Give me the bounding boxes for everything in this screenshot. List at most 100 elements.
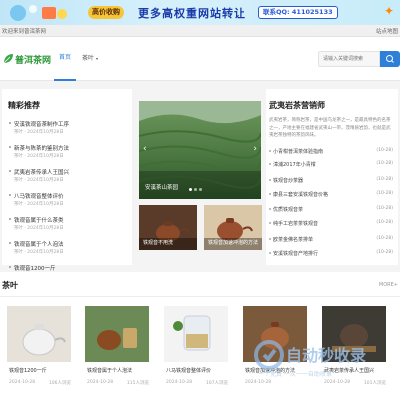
grid-item[interactable]: 铁观音属于个人泡法 2024-10-28 115人浏览 bbox=[85, 306, 149, 392]
search-input[interactable] bbox=[318, 51, 380, 67]
more-link[interactable]: MORE+ bbox=[379, 282, 398, 288]
carousel-prev-icon[interactable]: ‹ bbox=[143, 144, 147, 154]
sitemap-link[interactable]: 站点地图 bbox=[376, 27, 398, 35]
list-item[interactable]: 安溪铁观音茶制作工序 茶叶 · 2024年10月28日 bbox=[8, 120, 128, 144]
grid-item-date: 2024-10-28 bbox=[87, 380, 114, 385]
hot-title: 武夷岩茶营销师 bbox=[269, 101, 325, 110]
ad-decoration-icon bbox=[10, 5, 67, 21]
list-item[interactable]: 纯手工岩茶茶铁观音 (10-28) bbox=[269, 220, 393, 231]
list-item-date: (10-28) bbox=[376, 220, 393, 225]
tea-section-title: 茶叶 bbox=[2, 281, 18, 290]
bullet-icon bbox=[9, 146, 11, 148]
thumb-card[interactable]: 铁观音加速冲泡的方法 bbox=[204, 205, 262, 250]
carousel-dots bbox=[189, 176, 204, 195]
bullet-icon bbox=[9, 266, 11, 268]
list-item[interactable]: 优质铁观音茶 (10-28) bbox=[269, 206, 393, 217]
list-item[interactable]: 铁观音炒茶器 (10-28) bbox=[269, 177, 393, 188]
list-item-title: 铁观音炒茶器 bbox=[273, 178, 304, 184]
list-item-title: 欧茶金佛名茶排单 bbox=[273, 237, 314, 243]
list-item-meta: 茶叶 · 2024年10月28日 bbox=[14, 226, 64, 231]
list-item[interactable]: 安溪铁观音产地排行 (10-28) bbox=[269, 250, 393, 261]
list-item-date: (10-28) bbox=[376, 236, 393, 241]
list-item-title: 铁观音1200一斤 bbox=[14, 266, 56, 272]
list-item[interactable]: 漳浦2017年小青柑 (10-28) bbox=[269, 161, 393, 172]
list-item-meta: 茶叶 · 2024年10月28日 bbox=[14, 202, 64, 207]
list-item[interactable]: 欧茶金佛名茶排单 (10-28) bbox=[269, 236, 393, 247]
grid-item[interactable]: 铁观音1200一斤 2024-10-28 106人浏览 bbox=[7, 306, 71, 392]
list-item-meta: 茶叶 · 2024年10月28日 bbox=[14, 154, 64, 159]
list-item[interactable]: 康县三套安溪铁观音价格 (10-28) bbox=[269, 191, 393, 202]
list-item-title: 武夷岩茶传承人王国兴 bbox=[14, 170, 70, 176]
list-item-meta: 茶叶 · 2024年10月28日 bbox=[14, 250, 64, 255]
carousel-dot[interactable] bbox=[189, 188, 192, 191]
list-item[interactable]: 武夷岩茶传承人王国兴 茶叶 · 2024年10月28日 bbox=[8, 168, 128, 192]
list-item-title: 小青柑普洱茶体验指南 bbox=[273, 149, 324, 155]
tea-image bbox=[7, 306, 71, 362]
grid-item-title: 铁观音属于个人泡法 bbox=[87, 368, 133, 374]
carousel-dot[interactable] bbox=[194, 188, 197, 191]
bullet-icon bbox=[9, 122, 11, 124]
thumb-card[interactable]: 铁观音不用洗 bbox=[139, 205, 197, 250]
bullet-icon bbox=[269, 222, 271, 224]
nav-tea[interactable]: 茶叶 ▾ bbox=[82, 37, 102, 81]
bullet-icon bbox=[9, 170, 11, 172]
tea-image bbox=[85, 306, 149, 362]
carousel-dot[interactable] bbox=[199, 188, 202, 191]
search-icon bbox=[386, 55, 394, 63]
nav-tea-label: 茶叶 bbox=[82, 55, 95, 62]
list-item-date: (10-28) bbox=[376, 177, 393, 182]
bullet-icon bbox=[269, 150, 271, 152]
thumb-caption: 铁观音不用洗 bbox=[143, 240, 174, 246]
list-item[interactable]: 铁观音属于什么茶类 茶叶 · 2024年10月28日 bbox=[8, 216, 128, 240]
ad-tag: 高价收购 bbox=[88, 6, 124, 19]
star-icon: ✦ bbox=[383, 4, 394, 18]
grid-item-views: 107人浏览 bbox=[205, 381, 228, 386]
list-item[interactable]: 新茶与陈茶的鉴别方法 茶叶 · 2024年10月28日 bbox=[8, 144, 128, 168]
grid-item-views: 115人浏览 bbox=[126, 381, 149, 386]
watermark-text: 自动秒收录 bbox=[286, 346, 367, 365]
list-item-title: 优质铁观音茶 bbox=[273, 207, 304, 213]
site-header: 普洱茶网 首页 茶叶 ▾ bbox=[0, 37, 400, 81]
list-item-date: (10-28) bbox=[376, 148, 393, 153]
list-item-meta: 茶叶 · 2024年10月28日 bbox=[14, 130, 64, 135]
list-item-date: (10-28) bbox=[376, 161, 393, 166]
ad-headline: 更多高权重网站转让 bbox=[138, 7, 246, 20]
image-carousel[interactable]: ‹ › 安溪茶山茶园 bbox=[139, 101, 261, 199]
tea-leaf-icon bbox=[3, 54, 13, 64]
list-item-title: 铁观音属于什么茶类 bbox=[14, 218, 64, 224]
list-item-title: 八马铁观音整体评价 bbox=[14, 194, 64, 200]
list-item-title: 安溪铁观音产地排行 bbox=[273, 251, 319, 257]
site-logo[interactable]: 普洱茶网 bbox=[2, 51, 51, 67]
list-item-meta: 茶叶 · 2024年10月28日 bbox=[14, 178, 64, 183]
carousel-next-icon[interactable]: › bbox=[253, 144, 257, 154]
list-item[interactable]: 铁观音属于个人泡法 茶叶 · 2024年10月28日 bbox=[8, 240, 128, 264]
grid-item-date: 2024-10-28 bbox=[166, 380, 193, 385]
list-item[interactable]: 八马铁观音整体评价 茶叶 · 2024年10月28日 bbox=[8, 192, 128, 216]
list-item-title: 纯手工岩茶茶铁观音 bbox=[273, 221, 319, 227]
bullet-icon bbox=[269, 238, 271, 240]
ad-contact[interactable]: 联系QQ: 411025133 bbox=[258, 6, 338, 19]
tea-image bbox=[164, 306, 228, 362]
bullet-icon bbox=[269, 208, 271, 210]
grid-item[interactable]: 八马铁观音整体评价 2024-10-28 107人浏览 bbox=[164, 306, 228, 392]
grid-item-date: 2024-10-28 bbox=[9, 380, 36, 385]
watermark-logo-icon bbox=[254, 340, 284, 370]
list-item-title: 康县三套安溪铁观音价格 bbox=[273, 192, 329, 198]
grid-item-title: 八马铁观音整体评价 bbox=[166, 368, 212, 374]
welcome-text: 欢迎来到普洱茶网 bbox=[2, 29, 47, 35]
list-item-title: 安溪铁观音茶制作工序 bbox=[14, 122, 70, 128]
chevron-down-icon: ▾ bbox=[95, 56, 98, 61]
ad-banner[interactable]: 高价收购 更多高权重网站转让 联系QQ: 411025133 ✦ bbox=[0, 0, 400, 25]
list-item-date: (10-28) bbox=[376, 191, 393, 196]
nav-home[interactable]: 首页 bbox=[54, 37, 76, 81]
grid-item-title: 铁观音1200一斤 bbox=[9, 368, 47, 374]
bullet-icon bbox=[9, 194, 11, 196]
search-button[interactable] bbox=[380, 51, 400, 67]
bullet-icon bbox=[269, 179, 271, 181]
list-item-title: 新茶与陈茶的鉴别方法 bbox=[14, 146, 70, 152]
section-divider bbox=[0, 296, 400, 297]
hot-description: 武夷岩茶，简称岩茶，是中国乌龙茶之一，是最具特色的名茶之一，产地主要在福建省武夷… bbox=[269, 118, 391, 138]
bullet-icon bbox=[9, 242, 11, 244]
list-item[interactable]: 小青柑普洱茶体验指南 (10-28) bbox=[269, 148, 393, 159]
bullet-icon bbox=[269, 193, 271, 195]
